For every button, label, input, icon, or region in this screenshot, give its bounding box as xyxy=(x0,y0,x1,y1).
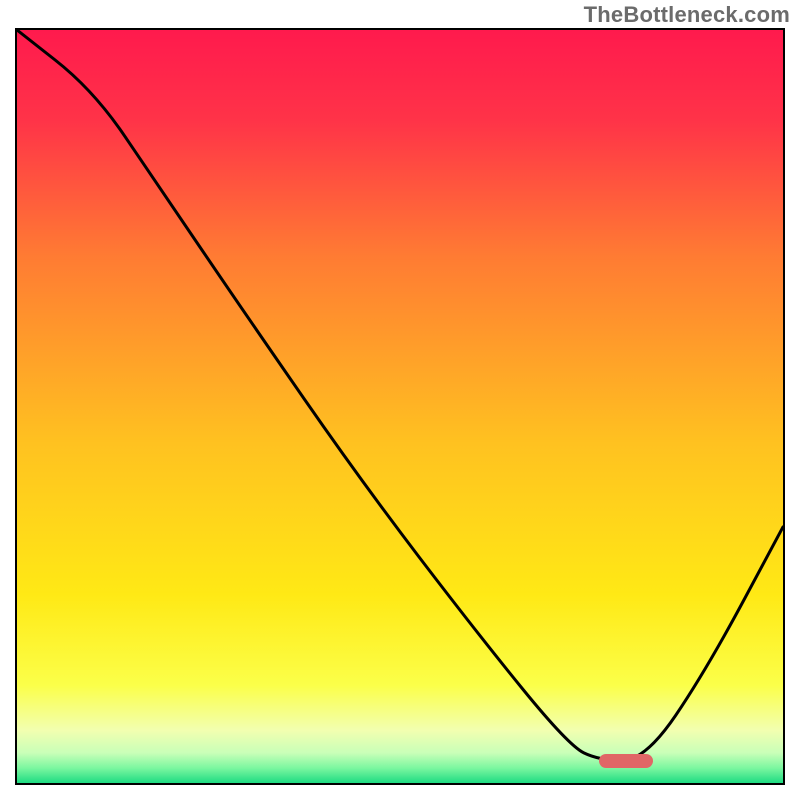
plot-frame xyxy=(15,28,785,785)
bottleneck-curve xyxy=(17,30,783,760)
optimum-marker xyxy=(599,754,653,768)
watermark-text: TheBottleneck.com xyxy=(584,2,790,28)
bottleneck-curve-svg xyxy=(17,30,783,783)
chart-container: TheBottleneck.com xyxy=(0,0,800,800)
